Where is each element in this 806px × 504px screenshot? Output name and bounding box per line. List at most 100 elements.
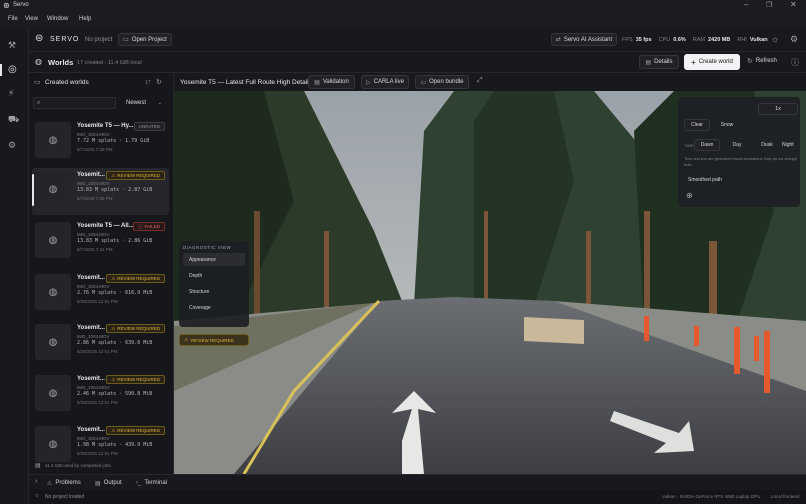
settings-icon[interactable]: ⚙ bbox=[790, 34, 798, 45]
refresh-label: Refresh bbox=[755, 58, 777, 64]
worlds-globe-icon: ◍ bbox=[35, 57, 42, 66]
world-source-file: IMG_1004.MOV bbox=[77, 284, 110, 289]
maximize-icon[interactable]: ❐ bbox=[766, 1, 772, 9]
warning-icon: ⚠ bbox=[111, 427, 116, 433]
world-viewport[interactable]: DIAGNOSTIC VIEW Appearance Depth Structu… bbox=[174, 91, 806, 474]
open-project-label: Open Project bbox=[131, 36, 167, 43]
details-button[interactable]: ▤ Details bbox=[639, 55, 679, 69]
ram-value: 2420 MB bbox=[708, 37, 731, 43]
sort-label: Newest bbox=[126, 100, 147, 106]
tab-output-label: Output bbox=[103, 480, 122, 486]
diag-coverage[interactable]: Coverage bbox=[183, 301, 245, 314]
tab-problems-label: Problems bbox=[55, 480, 81, 486]
storage-footer: 11.4 GiB used by completed jobs bbox=[45, 463, 111, 468]
validation-button[interactable]: ▤ Validation bbox=[308, 75, 355, 89]
refresh-list-icon[interactable]: ↻ bbox=[156, 78, 162, 86]
globe-icon[interactable]: ◎ bbox=[8, 64, 17, 75]
minimize-icon[interactable]: – bbox=[744, 0, 748, 9]
menu-bar: File View Window Help bbox=[0, 12, 806, 28]
world-stats: 1.98 M splats · 439.9 MiB bbox=[77, 442, 153, 448]
world-title: Yosemit... bbox=[77, 427, 105, 433]
world-source-file: IMG_1004.MOV bbox=[77, 232, 110, 237]
time-night[interactable]: Night bbox=[782, 139, 800, 151]
info-icon[interactable]: ⓘ bbox=[791, 57, 799, 68]
diagnostic-panel: DIAGNOSTIC VIEW Appearance Depth Structu… bbox=[179, 241, 249, 327]
review-required-label: REVIEW REQUIRED bbox=[191, 337, 234, 343]
sort-dropdown[interactable]: Newest ⌄ bbox=[122, 97, 166, 109]
world-thumbnail: ◍ bbox=[35, 426, 71, 462]
bolt-icon[interactable]: ⚡ bbox=[8, 88, 14, 99]
close-icon[interactable]: ✕ bbox=[790, 0, 797, 9]
plus-icon: + bbox=[691, 57, 696, 67]
play-icon: ▷ bbox=[366, 79, 371, 86]
globe-icon: ◍ bbox=[48, 387, 58, 399]
warning-icon: ⚠ bbox=[111, 376, 116, 382]
menu-view[interactable]: View bbox=[25, 16, 38, 22]
carla-live-button[interactable]: ▷ CARLA live bbox=[361, 75, 409, 89]
globe-icon: ◍ bbox=[48, 286, 58, 298]
world-stats: 2.86 M splats · 639.6 MiB bbox=[77, 340, 153, 346]
details-icon: ▤ bbox=[645, 59, 652, 66]
world-stats: 2.46 M splats · 590.8 MiB bbox=[77, 391, 153, 397]
menu-file[interactable]: File bbox=[8, 16, 18, 22]
weather-snow[interactable]: Snow bbox=[714, 119, 740, 131]
refresh-button[interactable]: ↻ Refresh bbox=[747, 57, 777, 65]
error-icon: ⓘ bbox=[137, 223, 143, 229]
menu-window[interactable]: Window bbox=[47, 16, 68, 22]
ai-assistant-button[interactable]: ⇄ Servo AI Assistant bbox=[551, 33, 617, 46]
world-source-file: IMG_1004.MOV bbox=[77, 436, 110, 441]
open-project-button[interactable]: ▭ Open Project bbox=[118, 33, 172, 46]
world-title: Yosemit... bbox=[77, 275, 105, 281]
world-card[interactable]: ◍ Yosemit... IMG_1004.MOV 2.86 M splats · 6… bbox=[32, 321, 169, 368]
brand-name: SERVO bbox=[50, 36, 80, 43]
review-required-badge: ⚠ REVIEW REQUIRED bbox=[179, 334, 249, 346]
open-bundle-button[interactable]: ▭ Open bundle bbox=[415, 75, 469, 89]
rhi-label: RHI bbox=[737, 37, 747, 43]
weather-clear[interactable]: Clear bbox=[684, 119, 710, 131]
speed-selector[interactable]: 1x bbox=[758, 103, 798, 115]
fps-value: 35 fps bbox=[635, 37, 652, 43]
world-card[interactable]: ◍ Yosemit... IMG_1004.MOV 13.83 M splats · … bbox=[32, 168, 169, 215]
chevron-right-icon[interactable]: › bbox=[35, 478, 37, 485]
time-dusk[interactable]: Dusk bbox=[754, 139, 780, 151]
search-input[interactable]: ⌕ bbox=[33, 97, 116, 109]
world-title: Yosemit... bbox=[77, 172, 105, 178]
section-bar: ◍ Worlds 17 created · 11.4 GiB local ▤ D… bbox=[29, 52, 806, 73]
target-icon[interactable]: ⊕ bbox=[686, 191, 693, 200]
diag-depth[interactable]: Depth bbox=[183, 269, 245, 282]
globe-icon: ◍ bbox=[48, 234, 58, 246]
fullscreen-icon[interactable]: ⤢ bbox=[477, 77, 483, 85]
viewer-toolbar: Yosemite T5 — Latest Full Route High Det… bbox=[174, 73, 806, 91]
status-badge: ⚠ REVIEW REQUIRED bbox=[106, 375, 165, 384]
world-card[interactable]: ◍ Yosemit... IMG_1004.MOV 2.46 M splats · 5… bbox=[32, 372, 169, 419]
tab-output[interactable]: ▤ Output bbox=[95, 477, 122, 489]
world-card[interactable]: ◍ Yosemit... IMG_1004.MOV 2.76 M splats · 6… bbox=[32, 271, 169, 318]
world-thumbnail: ◍ bbox=[35, 375, 71, 411]
world-card[interactable]: ◍ Yosemite T5 — Hy... IMG_1004.MOV 7.72 M s… bbox=[32, 119, 169, 166]
tab-problems[interactable]: ⚠ Problems bbox=[47, 477, 81, 489]
warning-icon: ⚠ bbox=[111, 172, 116, 178]
perf-stats: FPS 35 fps CPU 0.6% RAM 2420 MB RHI Vulk… bbox=[622, 37, 768, 43]
menu-help[interactable]: Help bbox=[79, 16, 91, 22]
status-badge: ⚠ REVIEW REQUIRED bbox=[106, 426, 165, 435]
theme-sun-icon[interactable]: ☼ bbox=[771, 34, 779, 44]
tab-terminal[interactable]: ›_ Terminal bbox=[136, 477, 167, 489]
smoothed-path-toggle[interactable]: Smoothed path bbox=[684, 174, 736, 186]
globe-icon: ◍ bbox=[48, 336, 58, 348]
time-day[interactable]: Day bbox=[724, 139, 750, 151]
world-thumbnail: ◍ bbox=[35, 324, 71, 360]
warning-icon: ⚠ bbox=[111, 275, 116, 281]
status-badge: ⚠ REVIEW REQUIRED bbox=[106, 274, 165, 283]
create-world-button[interactable]: + Create world bbox=[684, 54, 740, 70]
tools-icon[interactable]: ⚒ bbox=[8, 40, 16, 51]
time-dawn[interactable]: Dawn bbox=[694, 139, 720, 151]
diag-structure[interactable]: Structure bbox=[183, 285, 245, 298]
diag-appearance[interactable]: Appearance bbox=[183, 253, 245, 266]
globe-icon: ◍ bbox=[48, 438, 58, 450]
settings-gear-icon[interactable]: ⚙ bbox=[8, 140, 16, 151]
car-icon[interactable]: ⛟ bbox=[8, 114, 19, 126]
world-date: 8/28/2025 12:51 PM bbox=[77, 349, 118, 354]
status-right: Local frontend bbox=[771, 494, 800, 499]
world-card[interactable]: ◍ Yosemite T5 — All... IMG_1004.MOV 13.83 M… bbox=[32, 219, 169, 266]
cpu-label: CPU bbox=[658, 37, 671, 43]
